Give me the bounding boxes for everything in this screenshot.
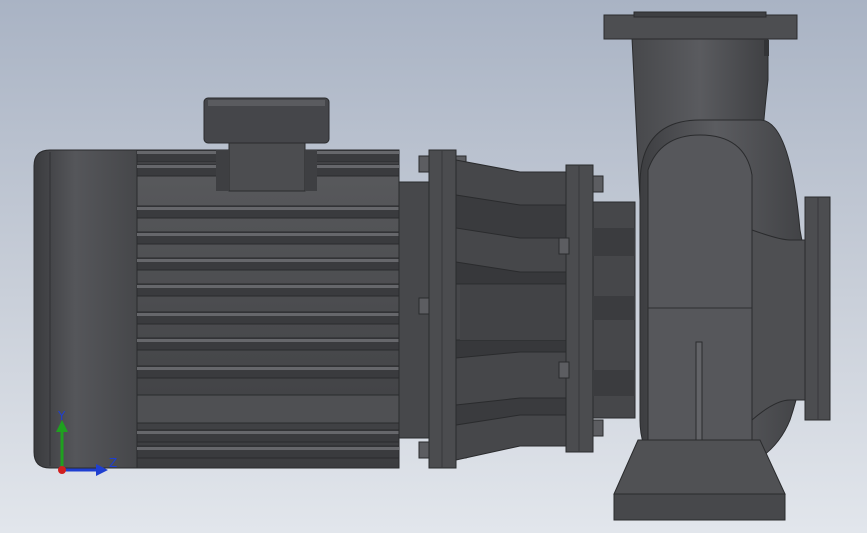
pump-model[interactable] — [0, 0, 867, 533]
bearing-bracket — [455, 159, 567, 461]
coordinate-triad: Y Z — [56, 409, 117, 476]
bolt-icon — [418, 297, 430, 315]
x-axis-icon — [58, 466, 66, 474]
z-axis-label: Z — [109, 456, 117, 470]
seal-housing — [592, 201, 636, 419]
bolt-icon — [558, 361, 570, 379]
terminal-box — [203, 97, 330, 192]
bolt-icon — [418, 155, 430, 173]
bolt-icon — [592, 175, 604, 193]
motor-body — [136, 149, 400, 469]
graphics-viewport[interactable]: Y Z — [0, 0, 867, 533]
y-axis-label: Y — [57, 409, 66, 423]
bolt-icon — [418, 441, 430, 459]
pump-foot — [613, 439, 786, 521]
bolt-icon — [592, 419, 604, 437]
bolt-icon — [558, 237, 570, 255]
